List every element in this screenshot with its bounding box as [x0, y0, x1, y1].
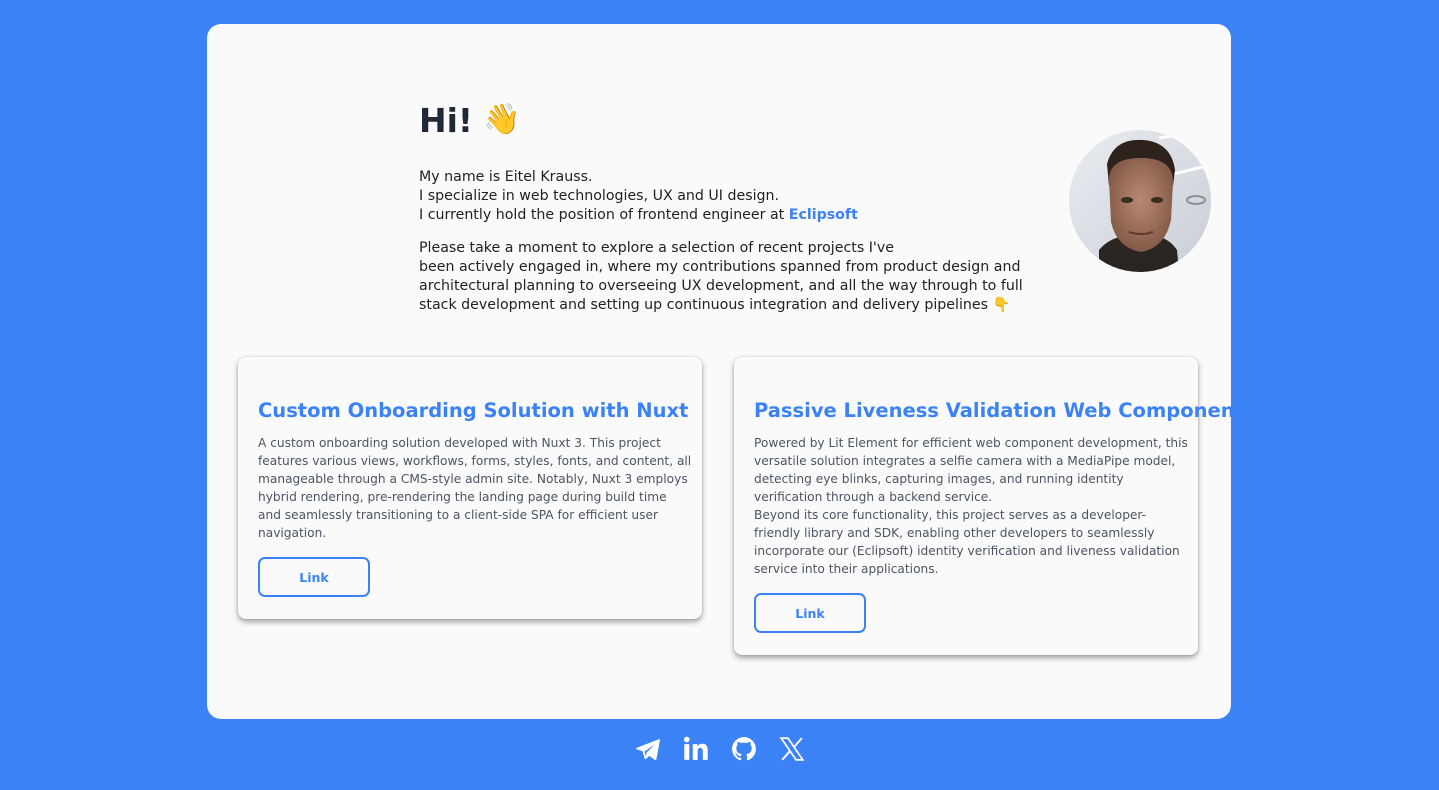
- description-line: hybrid rendering, pre-rendering the land…: [258, 490, 667, 504]
- avatar: [1069, 130, 1211, 272]
- projects-intro: Please take a moment to explore a select…: [419, 239, 1023, 315]
- bio-position-text: I currently hold the position of fronten…: [419, 207, 789, 223]
- description-line: versatile solution integrates a selfie c…: [754, 454, 1176, 468]
- x-icon: [779, 737, 804, 761]
- project-description: A custom onboarding solution developed w…: [258, 434, 692, 542]
- greeting-text: Hi!: [419, 100, 473, 140]
- projects-intro-line: architectural planning to overseeing UX …: [419, 278, 1023, 294]
- telegram-icon: [635, 739, 660, 761]
- intro-section: Hi! 👋 My name is Eitel Krauss. I special…: [419, 100, 1211, 315]
- description-line: manageable through a CMS-style admin sit…: [258, 472, 688, 486]
- description-line: Powered by Lit Element for efficient web…: [754, 436, 1188, 450]
- bio-position: I currently hold the position of fronten…: [419, 206, 1009, 225]
- description-line: verification through a backend service.: [754, 490, 993, 504]
- bio-name: My name is Eitel Krauss.: [419, 169, 593, 185]
- project-card-onboarding: Custom Onboarding Solution with Nuxt A c…: [238, 357, 702, 619]
- bio: My name is Eitel Krauss. I specialize in…: [419, 168, 1009, 225]
- company-link[interactable]: Eclipsoft: [789, 207, 858, 223]
- project-card-liveness: Passive Liveness Validation Web Componen…: [734, 357, 1244, 655]
- github-icon: [731, 737, 756, 761]
- project-link-button[interactable]: Link: [258, 557, 370, 597]
- description-line: navigation.: [258, 526, 327, 540]
- projects-intro-line: Please take a moment to explore a select…: [419, 240, 894, 256]
- social-links: [0, 732, 1439, 768]
- linkedin-link[interactable]: [683, 732, 709, 766]
- main-card: Hi! 👋 My name is Eitel Krauss. I special…: [207, 24, 1244, 719]
- description-line: service into their applications.: [754, 562, 939, 576]
- projects-intro-line: been actively engaged in, where my contr…: [419, 259, 1021, 275]
- profile-photo: [1069, 130, 1211, 272]
- description-line: friendly library and SDK, enabling other…: [754, 526, 1155, 540]
- telegram-link[interactable]: [635, 732, 661, 766]
- description-line: Beyond its core functionality, this proj…: [754, 508, 1147, 522]
- description-line: A custom onboarding solution developed w…: [258, 436, 661, 450]
- description-line: incorporate our (Eclipsoft) identity ver…: [754, 544, 1180, 558]
- project-title: Passive Liveness Validation Web Componen…: [754, 399, 1244, 422]
- waving-hand-icon: 👋: [482, 102, 521, 137]
- description-line: detecting eye blinks, capturing images, …: [754, 472, 1124, 486]
- bio-specialty: I specialize in web technologies, UX and…: [419, 188, 780, 204]
- project-link-button[interactable]: Link: [754, 593, 866, 633]
- project-description: Powered by Lit Element for efficient web…: [754, 434, 1188, 578]
- greeting-heading: Hi! 👋: [419, 100, 1009, 140]
- github-link[interactable]: [731, 732, 757, 766]
- description-line: features various views, workflows, forms…: [258, 454, 692, 468]
- description-line: and seamlessly transitioning to a client…: [258, 508, 658, 522]
- projects-intro-line: stack development and setting up continu…: [419, 297, 1011, 313]
- x-link[interactable]: [779, 732, 805, 766]
- linkedin-icon: [683, 736, 708, 760]
- project-title: Custom Onboarding Solution with Nuxt: [258, 399, 689, 422]
